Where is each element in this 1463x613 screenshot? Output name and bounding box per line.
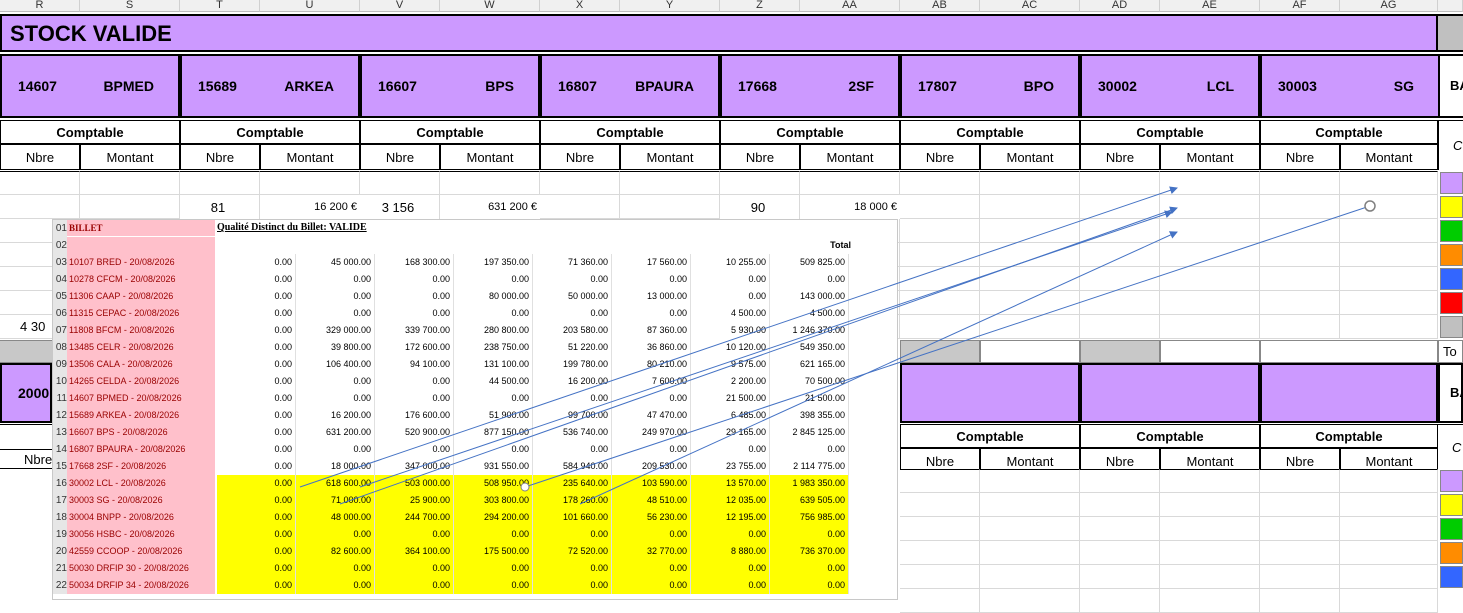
arrow-handle-start[interactable] (520, 482, 530, 492)
arrow-handle-end[interactable] (1364, 200, 1376, 212)
arrow-overlay (299, 186, 1376, 505)
arrow-1[interactable] (299, 186, 1178, 488)
arrow-5[interactable] (579, 231, 1178, 505)
arrow-4[interactable] (524, 205, 1371, 488)
arrow-3[interactable] (359, 210, 1173, 488)
